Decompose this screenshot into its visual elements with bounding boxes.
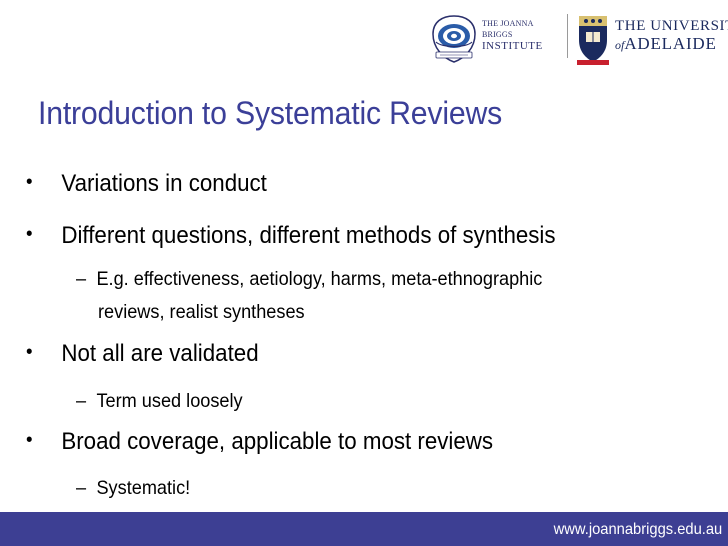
bullet-dot-icon: • [26,223,33,245]
dash-icon: – [76,268,87,290]
adelaide-line1: THE UNIVERSITY [615,18,728,34]
footer-url: www.joannabriggs.edu.au [553,521,722,538]
sub-bullet-item: – Systematic! [76,477,190,500]
jbi-emblem-icon [432,15,476,63]
logo-divider [567,14,568,58]
bullet-text: Not all are validated [61,340,259,367]
sub-bullet-text: reviews, realist syntheses [98,301,305,323]
bullet-dot-icon: • [26,171,33,193]
dash-icon: – [76,477,87,499]
bullet-text: Broad coverage, applicable to most revie… [61,428,494,455]
sub-bullet-item: – E.g. effectiveness, aetiology, harms, m… [76,268,542,291]
jbi-wordmark: THE JOANNA BRIGGS INSTITUTE [482,18,560,52]
bullet-dot-icon: • [26,341,33,363]
bullet-item: • Broad coverage, applicable to most revi… [26,428,493,456]
jbi-line1: THE JOANNA BRIGGS [482,19,534,39]
sub-bullet-text: Term used loosely [96,390,243,412]
bullet-text: Variations in conduct [61,170,267,197]
sub-bullet-text: Systematic! [96,477,191,499]
bullet-item: • Variations in conduct [26,170,267,198]
sub-bullet-item: – Term used loosely [76,390,243,413]
jbi-logo: THE JOANNA BRIGGS INSTITUTE [430,14,560,66]
dash-icon: – [76,390,87,412]
adelaide-wordmark: THE UNIVERSITY ofADELAIDE [615,18,728,55]
adelaide-line2: ofADELAIDE [615,34,728,55]
sub-bullet-text: E.g. effectiveness, aetiology, harms, me… [96,268,543,290]
footer-bar: www.joannabriggs.edu.au [0,512,728,546]
slide-title: Introduction to Systematic Reviews [38,95,503,131]
adelaide-logo: THE UNIVERSITY ofADELAIDE [575,10,728,66]
adelaide-crest-icon [577,16,609,65]
bullet-item: • Not all are validated [26,340,259,368]
bullet-text: Different questions, different methods o… [61,222,556,249]
bullet-dot-icon: • [26,429,33,451]
adelaide-name: ADELAIDE [624,34,717,53]
slide: THE JOANNA BRIGGS INSTITUTE THE UNIVERSI… [0,0,728,546]
sub-bullet-continuation: reviews, realist syntheses [98,301,305,324]
jbi-line2: INSTITUTE [482,40,543,52]
bullet-item: • Different questions, different methods … [26,222,556,250]
adelaide-of: of [615,38,625,52]
